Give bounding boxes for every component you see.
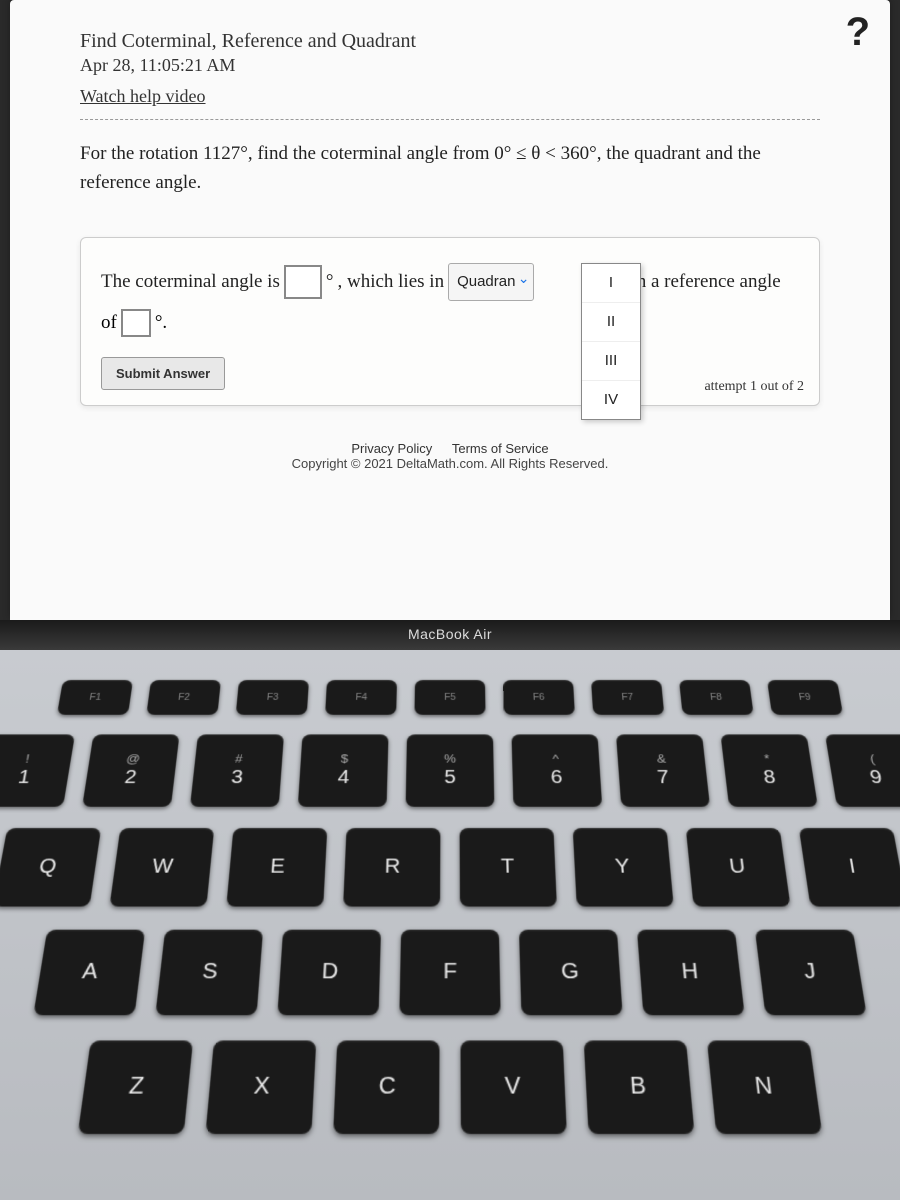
key-b: B: [584, 1040, 695, 1134]
key-f2: F2: [146, 680, 221, 715]
key-7: &7: [616, 734, 710, 806]
question-text: For the rotation 1127°, find the cotermi…: [80, 140, 820, 197]
help-icon[interactable]: ?: [846, 10, 870, 55]
watch-video-link[interactable]: Watch help video: [80, 86, 206, 107]
page-title: Find Coterminal, Reference and Quadrant: [80, 30, 820, 53]
key-f6: F6: [503, 680, 575, 715]
copyright: Copyright © 2021 DeltaMath.com. All Righ…: [80, 456, 820, 471]
key-h: H: [637, 930, 745, 1016]
quadrant-dropdown[interactable]: I II III IV: [581, 263, 641, 420]
divider: [80, 119, 820, 120]
key-z: Z: [78, 1040, 193, 1134]
key-x: X: [205, 1040, 316, 1134]
answer-line-2: of °.: [101, 309, 799, 337]
timestamp: Apr 28, 11:05:21 AM: [80, 55, 820, 76]
key-c: C: [333, 1040, 439, 1134]
key-f1: F1: [57, 680, 133, 715]
qwerty-row-3: ZXCVBN: [0, 1040, 900, 1134]
q-angle: 1127°: [203, 143, 248, 164]
key-5: %5: [406, 734, 495, 806]
degree-symbol-2: °.: [155, 312, 167, 334]
option-ii[interactable]: II: [582, 303, 640, 342]
reference-input[interactable]: [121, 309, 151, 337]
number-row: !1@2#3$4%5^6&7*8(9: [0, 734, 900, 806]
answer-panel: The coterminal angle is ° , which lies i…: [80, 237, 820, 406]
attempt-counter: attempt 1 out of 2: [704, 379, 804, 395]
key-f3: F3: [236, 680, 309, 715]
key-y: Y: [573, 828, 674, 907]
key-f: F: [399, 930, 500, 1016]
key-f8: F8: [679, 680, 754, 715]
key-a: A: [33, 930, 145, 1016]
q-mid: , find the coterminal angle from: [248, 143, 494, 164]
option-i[interactable]: I: [582, 264, 640, 303]
key-i: I: [799, 828, 900, 907]
option-iii[interactable]: III: [582, 342, 640, 381]
degree-symbol-1: °: [326, 263, 334, 301]
key-q: Q: [0, 828, 101, 907]
qwerty-row-2: ASDFGHJ: [0, 930, 900, 1016]
coterminal-input[interactable]: [284, 265, 322, 299]
key-2: @2: [82, 734, 179, 806]
label-coterminal: The coterminal angle is: [101, 263, 280, 301]
key-r: R: [343, 828, 440, 907]
physical-keyboard: F1 F2 F3 F4 F5 F6 F7 F8 F9 !1@2#3$4%5^6&7*8(9 QW…: [0, 650, 900, 1200]
key-j: J: [755, 930, 867, 1016]
quadrant-select[interactable]: Quadran: [448, 263, 534, 301]
key-f4: F4: [325, 680, 397, 715]
key-6: ^6: [511, 734, 602, 806]
key-t: T: [460, 828, 557, 907]
q-range: 0° ≤ θ < 360°: [494, 143, 596, 164]
key-g: G: [519, 930, 623, 1016]
key-3: #3: [190, 734, 284, 806]
screen-content: ? Find Coterminal, Reference and Quadran…: [10, 0, 890, 620]
label-lies-in: , which lies in: [337, 263, 444, 301]
key-w: W: [109, 828, 214, 907]
fn-row: F1 F2 F3 F4 F5 F6 F7 F8 F9: [0, 680, 900, 715]
key-u: U: [686, 828, 791, 907]
answer-line-1: The coterminal angle is ° , which lies i…: [101, 263, 799, 301]
page-footer: Privacy Policy Terms of Service Copyrigh…: [80, 441, 820, 471]
key-1: !1: [0, 734, 75, 806]
q-prefix: For the rotation: [80, 143, 203, 164]
terms-link[interactable]: Terms of Service: [452, 441, 549, 456]
key-f5: F5: [414, 680, 485, 715]
label-of: of: [101, 312, 117, 334]
option-iv[interactable]: IV: [582, 381, 640, 419]
key-d: D: [277, 930, 381, 1016]
key-9: (9: [825, 734, 900, 806]
submit-button[interactable]: Submit Answer: [101, 357, 225, 390]
key-f9: F9: [767, 680, 843, 715]
laptop-hinge: MacBook Air: [0, 620, 900, 650]
key-e: E: [226, 828, 327, 907]
key-4: $4: [298, 734, 389, 806]
device-label: MacBook Air: [0, 626, 900, 642]
key-f7: F7: [591, 680, 664, 715]
key-n: N: [707, 1040, 822, 1134]
key-8: *8: [720, 734, 817, 806]
privacy-link[interactable]: Privacy Policy: [351, 441, 432, 456]
qwerty-row-1: QWERTYUI: [0, 828, 900, 907]
key-v: V: [460, 1040, 566, 1134]
key-s: S: [155, 930, 263, 1016]
